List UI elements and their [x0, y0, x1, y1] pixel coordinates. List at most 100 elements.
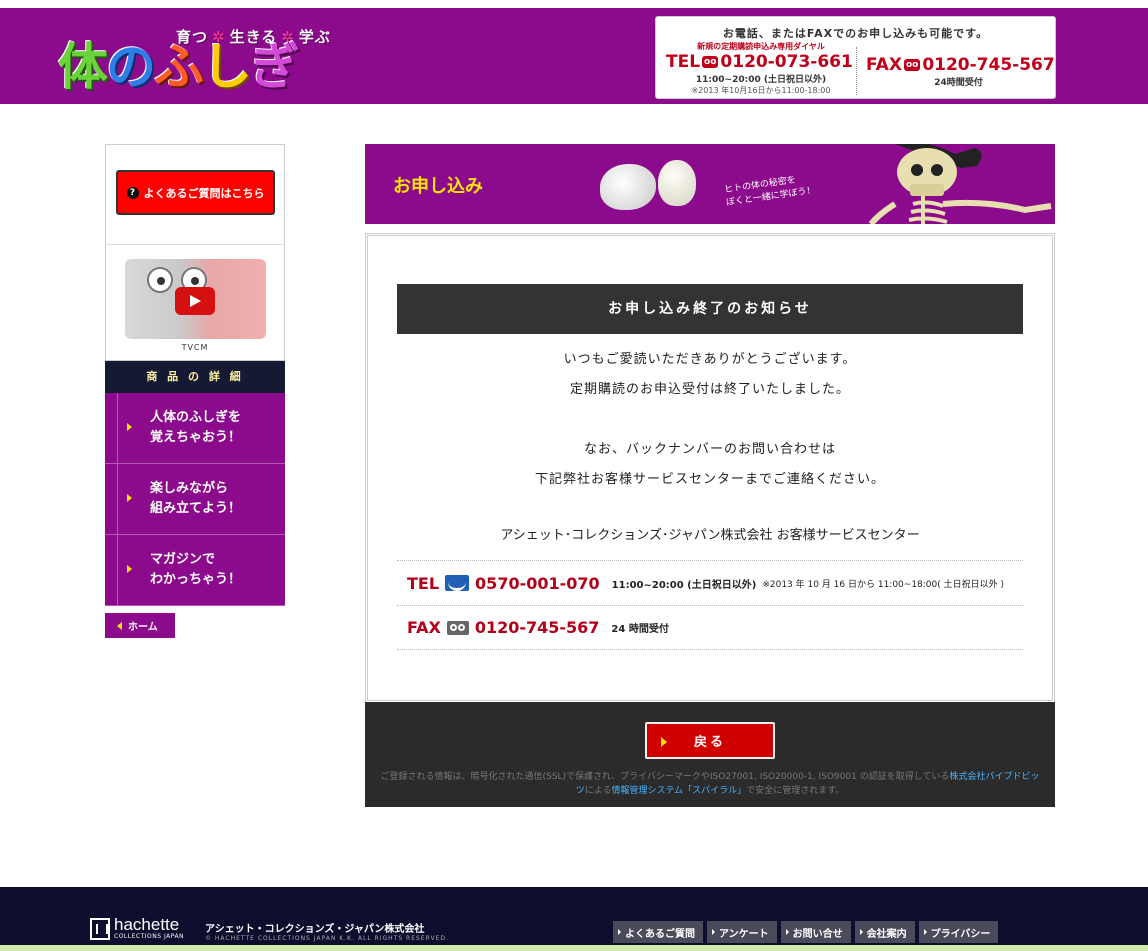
header-tel[interactable]: TEL oo 0120-073-661: [666, 52, 856, 72]
notice-line: 下記弊社お客様サービスセンターまでご連絡ください。: [534, 472, 885, 487]
footer-nav: よくあるご質問 アンケート お問い合せ 会社案内 プライバシー: [613, 921, 999, 943]
service-fax-number: 0120-745-567: [474, 618, 600, 637]
spiral-link[interactable]: 情報管理システム「スパイラル」: [611, 786, 746, 796]
faq-label: よくあるご質問はこちら: [143, 186, 265, 200]
notice-line: いつもご愛読いただきありがとうございます。: [563, 352, 857, 367]
arrow-right-icon: [127, 565, 132, 573]
arrow-right-icon: [785, 929, 789, 935]
arrow-right-icon: [661, 737, 667, 747]
free-dial-icon: oo: [903, 59, 921, 71]
tvcm-box: TVCM: [105, 244, 285, 361]
item-line: 組み立てよう！: [150, 501, 242, 516]
tel-subtitle: 新規の定期購読申込み専用ダイヤル: [697, 42, 825, 51]
footer-company: アシェット・コレクションズ・ジャパン株式会社: [205, 924, 425, 935]
logo-wordmark: 体のふしぎ: [58, 42, 300, 92]
sidebar-item-assemble[interactable]: 楽しみながら 組み立てよう！: [105, 464, 285, 535]
tel-number: 0120-073-661: [720, 52, 853, 72]
footer-link-label: お問い合せ: [792, 928, 843, 940]
header-fax-block: FAX oo 0120-745-567 24時間受付: [866, 55, 1055, 88]
service-tel-row: TEL 0570-001-070 11:00~20:00 (土日祝日以外) ※2…: [397, 560, 1023, 605]
divider: [117, 464, 118, 534]
free-dial-icon: [446, 620, 469, 635]
site-logo[interactable]: 育つ ✲ 生きる ✲ 学ぶ 体のふしぎ: [58, 16, 338, 104]
skeleton-mascot-icon: [868, 144, 1052, 224]
sidebar: ? よくあるご質問はこちら TVCM 商 品 の 詳 細 人体のふしぎを 覚えち…: [105, 144, 285, 638]
divider: [117, 535, 118, 605]
site-header: 育つ ✲ 生きる ✲ 学ぶ 体のふしぎ お電話、またはFAXでのお申し込みも可能です。 …: [0, 8, 1148, 104]
navi-dial-icon: [445, 575, 470, 591]
faq-box: ? よくあるご質問はこちら: [105, 144, 285, 244]
service-tel-note: ※2013 年 10 月 16 日から 11:00~18:00( 土日祝日以外 …: [762, 579, 1005, 590]
item-line: 人体のふしぎを: [150, 410, 242, 425]
tel-label: TEL: [407, 573, 440, 593]
contact-divider: [856, 47, 857, 95]
header-contact-box: お電話、またはFAXでのお申し込みも可能です。 新規の定期購読申込み専用ダイヤル…: [655, 16, 1056, 99]
play-icon[interactable]: [175, 287, 215, 315]
hachette-logo[interactable]: hachette COLLECTIONS JAPAN: [90, 916, 185, 940]
site-footer: hachette COLLECTIONS JAPAN アシェット・コレクションズ…: [0, 887, 1148, 951]
logo-char: ふ: [154, 38, 204, 96]
sidebar-item-label: 人体のふしぎを 覚えちゃおう！: [150, 408, 280, 448]
arrow-right-icon: [618, 929, 621, 935]
action-bar: 戻る ご登録される情報は、暗号化された通信(SSL)で保護され、プライバシーマー…: [365, 702, 1055, 807]
banner-note: ヒトの体の秘密を ぼくと一緒に学ぼう！: [724, 172, 817, 210]
page-title: お申し込み: [393, 176, 483, 197]
bottom-strip: [0, 945, 1148, 951]
faq-button[interactable]: ? よくあるご質問はこちら: [116, 170, 275, 215]
logo-char: し: [202, 38, 252, 96]
page-banner: お申し込み ヒトの体の秘密を ぼくと一緒に学ぼう！: [365, 144, 1055, 224]
footer-link-privacy[interactable]: プライバシー: [918, 921, 999, 943]
product-detail-heading: 商 品 の 詳 細: [105, 361, 285, 393]
arrow-right-icon: [859, 929, 863, 935]
footer-link-contact[interactable]: お問い合せ: [780, 921, 851, 943]
logo-char: ぎ: [250, 38, 300, 96]
item-line: 覚えちゃおう！: [150, 430, 242, 445]
tvcm-video-thumbnail[interactable]: [125, 259, 266, 339]
footer-link-label: アンケート: [719, 928, 769, 940]
fax-label: FAX: [407, 618, 441, 637]
sidebar-item-magazine[interactable]: マガジンで わかっちゃう！: [105, 535, 285, 606]
footer-link-label: プライバシー: [930, 928, 991, 940]
copyright: © HACHETTE COLLECTIONS JAPAN K.K. ALL RI…: [205, 935, 449, 942]
home-button[interactable]: ホーム: [105, 613, 175, 638]
item-line: マガジンで: [150, 552, 216, 567]
logo-char: 体: [58, 38, 108, 96]
question-icon: ?: [126, 186, 139, 199]
top-strip: [0, 0, 1148, 8]
tel-label: TEL: [666, 52, 701, 72]
service-center-name: アシェット･コレクションズ･ジャパン株式会社 お客様サービスセンター: [500, 528, 920, 543]
brain-model-icon: [600, 164, 656, 210]
back-label: 戻る: [693, 735, 726, 750]
arrow-left-icon: [117, 621, 122, 630]
skeleton-eye-icon: [147, 267, 173, 293]
fax-label: FAX: [866, 55, 902, 75]
fax-hours: 24時間受付: [934, 78, 983, 88]
footer-link-label: よくあるご質問: [625, 928, 695, 940]
back-button[interactable]: 戻る: [645, 722, 775, 759]
tel-note: ※2013 年10月16日から11:00-18:00: [691, 86, 831, 95]
notice-line: なお、バックナンバーのお問い合わせは: [583, 442, 836, 457]
notice-panel: お申し込み終了のお知らせ いつもご愛読いただきありがとうございます。 定期購読の…: [365, 233, 1055, 703]
footer-link-faq[interactable]: よくあるご質問: [613, 921, 703, 943]
tvcm-label: TVCM: [181, 343, 209, 352]
arrow-right-icon: [127, 423, 132, 431]
skull-model-icon: [658, 160, 696, 206]
tel-hours: 11:00~20:00 (土日祝日以外): [695, 75, 827, 85]
hachette-mark-icon: [90, 917, 110, 940]
footer-link-survey[interactable]: アンケート: [707, 921, 777, 943]
brand-sub: COLLECTIONS JAPAN: [114, 933, 185, 940]
item-line: わかっちゃう！: [150, 572, 242, 587]
security-text: で安全に管理されます。: [746, 786, 845, 796]
fax-number: 0120-745-567: [922, 55, 1055, 75]
header-tel-block: 新規の定期購読申込み専用ダイヤル TEL oo 0120-073-661 11:00…: [666, 41, 856, 96]
sidebar-item-label: 楽しみながら 組み立てよう！: [150, 479, 280, 519]
arrow-right-icon: [923, 929, 927, 935]
contact-title: お電話、またはFAXでのお申し込みも可能です。: [722, 27, 989, 40]
sidebar-item-learn[interactable]: 人体のふしぎを 覚えちゃおう！: [105, 393, 285, 464]
service-tel-number[interactable]: 0570-001-070: [475, 574, 600, 593]
divider: [117, 393, 118, 463]
notice-line: 定期購読のお申込受付は終了いたしました。: [569, 382, 850, 397]
notice-heading: お申し込み終了のお知らせ: [397, 284, 1023, 334]
arrow-right-icon: [712, 929, 715, 935]
footer-link-company[interactable]: 会社案内: [854, 921, 915, 943]
